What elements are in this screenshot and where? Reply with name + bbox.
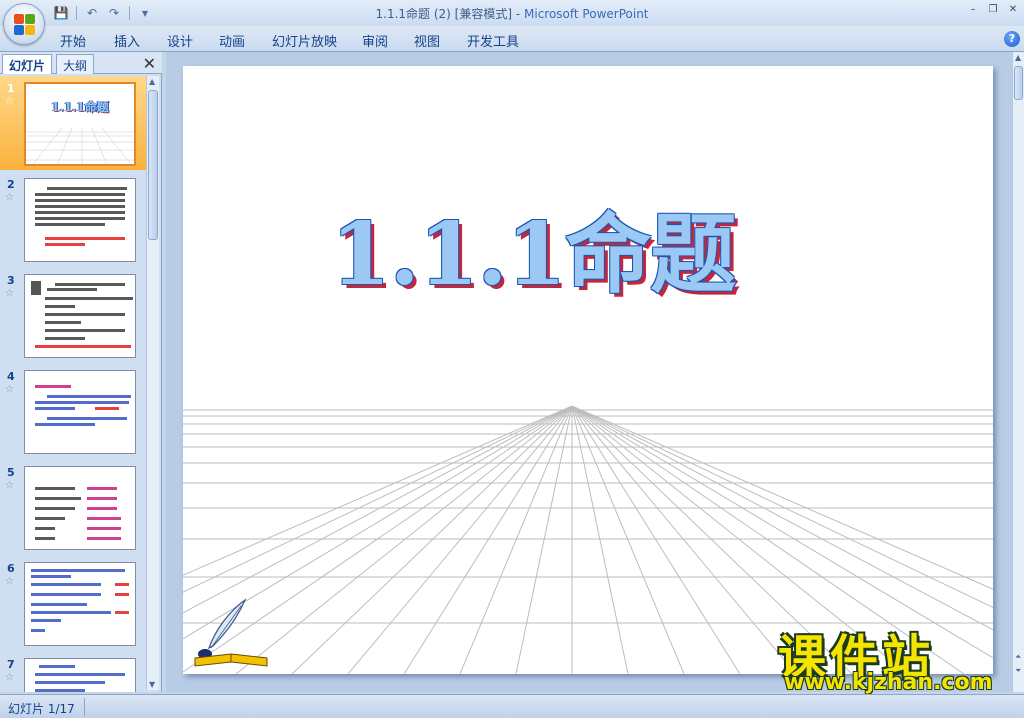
tab-animations[interactable]: 动画 bbox=[219, 31, 245, 50]
close-pane-icon[interactable]: ✕ bbox=[143, 54, 156, 73]
title-bar: 💾 ↶ ↷ ▾ 1.1.1命题 (2) [兼容模式] - Microsoft P… bbox=[0, 0, 1024, 26]
animation-star-icon: ☆ bbox=[5, 672, 14, 683]
slide-number: 7 bbox=[7, 658, 15, 671]
watermark-url: www.kjzhan.com bbox=[784, 670, 993, 695]
thumbnail-preview: 1.1.1命题 bbox=[24, 82, 136, 166]
thumbnail-preview bbox=[24, 466, 136, 550]
animation-star-icon: ☆ bbox=[5, 288, 14, 299]
restore-icon[interactable]: ❐ bbox=[986, 3, 1000, 17]
slide-number: 1 bbox=[7, 82, 15, 95]
thumbnail-preview bbox=[24, 178, 136, 262]
app-name: Microsoft PowerPoint bbox=[524, 7, 649, 21]
scroll-up-arrow-icon[interactable]: ▲ bbox=[1015, 53, 1021, 62]
slide-thumbnail[interactable]: 4 ☆ bbox=[0, 364, 146, 458]
status-separator bbox=[84, 698, 85, 716]
office-button[interactable] bbox=[3, 3, 45, 45]
quill-book-icon bbox=[194, 598, 268, 667]
scrollbar-thumb[interactable] bbox=[1014, 66, 1023, 100]
window-controls: – ❐ ✕ bbox=[966, 3, 1020, 17]
thumbnail-list: 1 ☆ 1.1.1命题 2 ☆ 3 ☆ 4 ☆ 5 ☆ 6 ☆ 7 ☆ bbox=[0, 76, 146, 692]
help-icon[interactable]: ? bbox=[1004, 31, 1020, 47]
tab-outline[interactable]: 大纲 bbox=[56, 54, 95, 74]
scroll-up-arrow-icon[interactable]: ▲ bbox=[149, 77, 155, 86]
slide-thumbnail[interactable]: 1 ☆ 1.1.1命题 bbox=[0, 76, 146, 170]
previous-slide-icon[interactable]: ⏶ bbox=[1015, 652, 1021, 662]
animation-star-icon: ☆ bbox=[5, 192, 14, 203]
slide-thumbnail[interactable]: 2 ☆ bbox=[0, 172, 146, 266]
slide-thumbnail[interactable]: 6 ☆ bbox=[0, 556, 146, 650]
next-slide-icon[interactable]: ⏷ bbox=[1015, 666, 1021, 676]
editor-scrollbar[interactable]: ▲ ⏶ ⏷ bbox=[1012, 52, 1024, 692]
animation-star-icon: ☆ bbox=[5, 576, 14, 587]
ribbon-tabs: 开始 插入 设计 动画 幻灯片放映 审阅 视图 开发工具 ? bbox=[0, 26, 1024, 52]
scrollbar-thumb[interactable] bbox=[148, 90, 158, 240]
status-bar: 幻灯片 1/17 bbox=[0, 694, 1024, 718]
close-icon[interactable]: ✕ bbox=[1006, 3, 1020, 17]
current-slide[interactable]: 1.1.1命题 bbox=[183, 66, 993, 674]
slide-title[interactable]: 1.1.1命题 bbox=[183, 184, 883, 309]
thumbnail-title: 1.1.1命题 bbox=[51, 100, 109, 114]
slide-number: 3 bbox=[7, 274, 15, 287]
scroll-down-arrow-icon[interactable]: ▼ bbox=[149, 680, 155, 689]
slide-number: 5 bbox=[7, 466, 15, 479]
slide-thumbnail[interactable]: 3 ☆ bbox=[0, 268, 146, 362]
tab-insert[interactable]: 插入 bbox=[114, 31, 140, 50]
animation-star-icon: ☆ bbox=[5, 384, 14, 395]
office-logo-icon bbox=[14, 14, 36, 36]
document-title: 1.1.1命题 (2) [兼容模式] bbox=[375, 7, 513, 21]
slides-pane: 幻灯片 大纲 ✕ 1 ☆ 1.1.1命题 2 ☆ 3 ☆ 4 ☆ 5 ☆ 6 ☆… bbox=[0, 52, 162, 692]
tab-view[interactable]: 视图 bbox=[414, 31, 440, 50]
tab-review[interactable]: 审阅 bbox=[362, 31, 388, 50]
window-title: 1.1.1命题 (2) [兼容模式] - Microsoft PowerPoin… bbox=[0, 5, 1024, 22]
thumbnail-grid bbox=[26, 128, 134, 164]
tab-design[interactable]: 设计 bbox=[167, 31, 193, 50]
slide-editor: 1.1.1命题 bbox=[166, 52, 1012, 692]
tab-slideshow[interactable]: 幻灯片放映 bbox=[272, 31, 337, 50]
slide-thumbnail[interactable]: 5 ☆ bbox=[0, 460, 146, 554]
watermark-logo: 课件站 www.kjzhan.com bbox=[778, 618, 1008, 695]
animation-star-icon: ☆ bbox=[5, 96, 14, 107]
slide-number: 4 bbox=[7, 370, 15, 383]
slide-number: 2 bbox=[7, 178, 15, 191]
minimize-icon[interactable]: – bbox=[966, 3, 980, 17]
thumbnail-preview bbox=[24, 274, 136, 358]
slide-counter: 幻灯片 1/17 bbox=[8, 702, 75, 716]
slide-number: 6 bbox=[7, 562, 15, 575]
slide-thumbnail[interactable]: 7 ☆ bbox=[0, 652, 146, 692]
thumbnail-preview bbox=[24, 562, 136, 646]
thumbnail-preview bbox=[24, 658, 136, 692]
tab-home[interactable]: 开始 bbox=[60, 31, 86, 50]
thumbnail-preview bbox=[24, 370, 136, 454]
pane-tabs: 幻灯片 大纲 ✕ bbox=[0, 52, 162, 74]
animation-star-icon: ☆ bbox=[5, 480, 14, 491]
tab-slides[interactable]: 幻灯片 bbox=[2, 54, 53, 74]
thumbnail-scrollbar[interactable]: ▲ ▼ bbox=[146, 76, 159, 690]
title-separator: - bbox=[512, 7, 524, 21]
tab-developer[interactable]: 开发工具 bbox=[467, 31, 519, 50]
